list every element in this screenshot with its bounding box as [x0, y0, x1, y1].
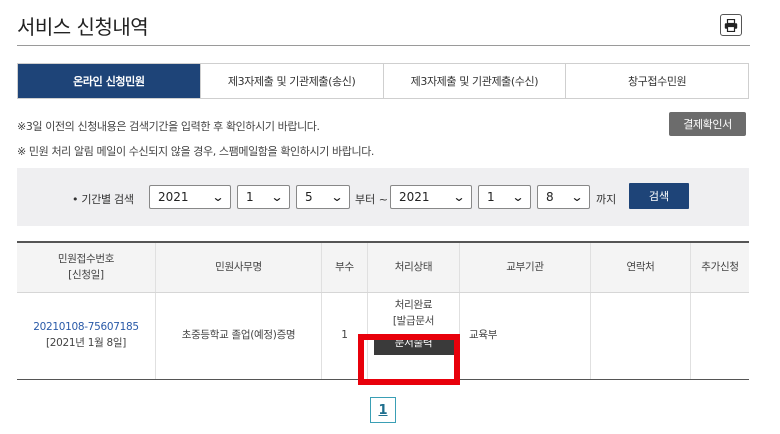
- from-year-select[interactable]: 2021 ⌄: [149, 185, 231, 209]
- to-text: 까지: [596, 193, 617, 206]
- notice-spam-mail: ※ 민원 처리 알림 메일이 수신되지 않을 경우, 스팸메일함을 확인하시기 …: [17, 145, 375, 158]
- from-day-value: 5: [305, 190, 313, 204]
- from-month-value: 1: [246, 190, 254, 204]
- copies: 1: [321, 293, 367, 379]
- pagination-page-current[interactable]: 1: [370, 397, 396, 423]
- app-no-link[interactable]: 20210108-75607185: [33, 320, 139, 336]
- tab-online-applications[interactable]: 온라인 신청민원: [18, 64, 200, 98]
- chevron-down-icon: ⌄: [211, 190, 225, 204]
- to-month-select[interactable]: 1 ⌄: [478, 185, 531, 209]
- print-button[interactable]: [720, 14, 742, 36]
- to-day-value: 8: [546, 190, 554, 204]
- tab-third-party-received[interactable]: 제3자제출 및 기관제출(수신): [382, 64, 566, 98]
- tab-bar: 온라인 신청민원 제3자제출 및 기관제출(송신) 제3자제출 및 기관제출(수…: [17, 63, 749, 99]
- to-year-value: 2021: [399, 190, 430, 204]
- app-no-cell: 20210108-75607185 [2021년 1월 8일]: [17, 293, 155, 379]
- header-app-date-label: [신청일]: [68, 268, 104, 281]
- to-year-select[interactable]: 2021 ⌄: [390, 185, 472, 209]
- chevron-down-icon: ⌄: [570, 190, 584, 204]
- issuing-agency: 교육부: [459, 293, 590, 379]
- printer-icon: [724, 18, 738, 32]
- header-status: 처리상태: [367, 243, 459, 292]
- header-contact: 연락처: [590, 243, 690, 292]
- header-extra: 추가신청: [690, 243, 749, 292]
- header-app-no: 민원접수번호 [신청일]: [17, 243, 155, 292]
- from-year-value: 2021: [158, 190, 189, 204]
- from-text: 부터 ~: [355, 193, 388, 206]
- tab-third-party-sent[interactable]: 제3자제출 및 기관제출(송신): [199, 64, 383, 98]
- tab-counter-applications[interactable]: 창구접수민원: [565, 64, 748, 98]
- payment-receipt-button[interactable]: 결제확인서: [669, 112, 746, 136]
- header-copies: 부수: [321, 243, 367, 292]
- header-app-no-label: 민원접수번호: [57, 252, 115, 265]
- chevron-down-icon: ⌄: [511, 190, 525, 204]
- table-row: 20210108-75607185 [2021년 1월 8일] 초중등학교 졸업…: [17, 293, 749, 379]
- app-date: [2021년 1월 8일]: [45, 337, 127, 349]
- chevron-down-icon: ⌄: [330, 190, 344, 204]
- from-day-select[interactable]: 5 ⌄: [296, 185, 350, 209]
- status-doc-text: [발급문서: [392, 314, 435, 327]
- application-table: 민원접수번호 [신청일] 민원사무명 부수 처리상태 교부기관 연락처 추가신청…: [17, 241, 749, 380]
- contact-cell: [590, 293, 690, 379]
- page-title: 서비스 신청내역: [17, 15, 149, 39]
- chevron-down-icon: ⌄: [452, 190, 466, 204]
- status-cell: 처리완료 [발급문서 문서출력: [367, 293, 459, 379]
- to-month-value: 1: [487, 190, 495, 204]
- chevron-down-icon: ⌄: [270, 190, 284, 204]
- from-month-select[interactable]: 1 ⌄: [237, 185, 290, 209]
- search-period-label: • 기간별 검색: [72, 193, 134, 206]
- notice-search-period: ※3일 이전의 신청내용은 검색기간을 입력한 후 확인하시기 바랍니다.: [17, 120, 320, 133]
- header-service-name: 민원사무명: [155, 243, 321, 292]
- table-header-row: 민원접수번호 [신청일] 민원사무명 부수 처리상태 교부기관 연락처 추가신청: [17, 243, 749, 293]
- service-name: 초중등학교 졸업(예정)증명: [155, 293, 321, 379]
- title-divider: [17, 45, 750, 46]
- print-document-button[interactable]: 문서출력: [373, 333, 454, 355]
- to-day-select[interactable]: 8 ⌄: [537, 185, 590, 209]
- search-button[interactable]: 검색: [629, 183, 689, 209]
- status-text: 처리완료: [394, 299, 433, 311]
- header-agency: 교부기관: [459, 243, 590, 292]
- extra-request-cell: [690, 293, 749, 379]
